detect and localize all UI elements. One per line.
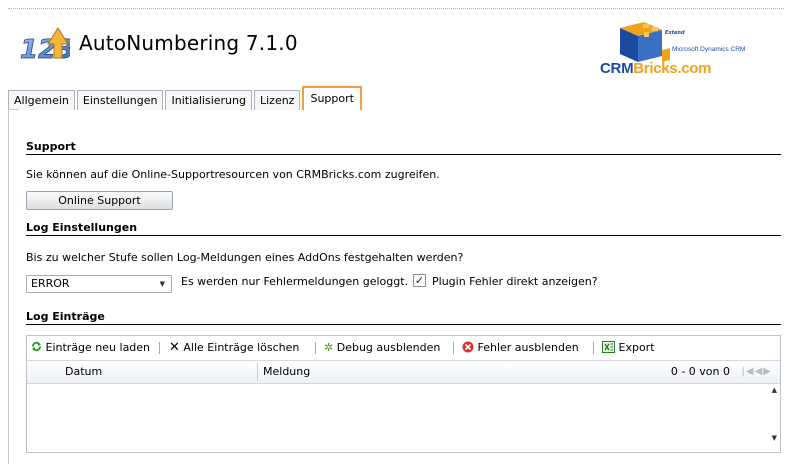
export-button[interactable]: Export	[602, 340, 655, 356]
hide-errors-button[interactable]: Fehler ausblenden	[462, 340, 579, 356]
hide-debug-button[interactable]: ✲ Debug ausblenden	[324, 340, 440, 356]
tab-underline	[8, 109, 18, 110]
tab-bar: Allgemein Einstellungen Initialisierung …	[8, 86, 364, 110]
brand-bricks-part: Bricks.com	[633, 60, 712, 77]
hide-errors-label: Fehler ausblenden	[477, 341, 579, 354]
toolbar-separator	[315, 342, 316, 354]
close-icon: ✕	[169, 340, 180, 355]
log-level-select[interactable]: ERROR ▼	[26, 275, 172, 293]
log-entries-section-title: Log Einträge	[26, 310, 105, 323]
brand-crm-part: CRM	[600, 60, 634, 77]
toolbar-separator	[453, 342, 454, 354]
tab-lizenz[interactable]: Lizenz	[253, 90, 301, 110]
scroll-up-arrow-icon[interactable]: ▲	[772, 386, 777, 394]
bug-icon: ✲	[324, 341, 334, 354]
tab-initialisierung[interactable]: Initialisierung	[165, 90, 252, 110]
toolbar-separator	[593, 342, 594, 354]
log-settings-section-rule	[26, 235, 781, 236]
tab-einstellungen[interactable]: Einstellungen	[76, 90, 164, 110]
next-page-icon[interactable]: ▶	[763, 366, 772, 377]
log-entries-section-rule	[26, 324, 781, 325]
header-divider	[8, 8, 784, 9]
delete-all-entries-button[interactable]: ✕ Alle Einträge löschen	[169, 340, 299, 356]
log-settings-section-title: Log Einstellungen	[26, 221, 138, 234]
column-divider	[257, 363, 258, 381]
first-page-icon[interactable]: |◀	[742, 366, 755, 377]
show-plugin-errors-checkbox[interactable]: ✓	[413, 274, 426, 287]
delete-all-entries-label: Alle Einträge löschen	[183, 341, 300, 354]
tab-allgemein[interactable]: Allgemein	[8, 90, 75, 110]
tab-support[interactable]: Support	[302, 86, 362, 110]
prev-page-icon[interactable]: ◀	[755, 366, 764, 377]
log-entries-grid: Einträge neu laden ✕ Alle Einträge lösch…	[26, 335, 781, 453]
log-level-question: Bis zu welcher Stufe sollen Log-Meldunge…	[26, 251, 464, 264]
app-logo-icon: 123	[20, 27, 70, 65]
app-title: AutoNumbering 7.1.0	[79, 31, 298, 55]
log-toolbar: Einträge neu laden ✕ Alle Einträge lösch…	[27, 336, 780, 361]
refresh-icon	[32, 341, 41, 352]
grid-header: Datum Meldung 0 - 0 von 0 |◀◀▶	[27, 361, 780, 384]
export-label: Export	[618, 341, 655, 354]
content-left-border	[8, 109, 9, 464]
online-support-button[interactable]: Online Support	[26, 191, 173, 210]
excel-icon	[602, 341, 615, 353]
show-plugin-errors-label: Plugin Fehler direkt anzeigen?	[432, 275, 598, 288]
column-header-meldung[interactable]: Meldung	[263, 361, 310, 383]
brand-extend-label: Extend	[665, 30, 685, 36]
support-description: Sie können auf die Online-Supportresourc…	[26, 168, 440, 181]
error-icon	[462, 341, 474, 353]
reload-entries-button[interactable]: Einträge neu laden	[31, 340, 150, 356]
scroll-down-arrow-icon[interactable]: ▼	[772, 434, 777, 442]
toolbar-separator	[159, 342, 160, 354]
chevron-down-icon: ▼	[159, 280, 165, 288]
support-section-rule	[26, 154, 781, 155]
column-header-datum[interactable]: Datum	[65, 361, 102, 383]
log-level-selected-value: ERROR	[31, 277, 70, 290]
reload-entries-label: Einträge neu laden	[45, 341, 151, 354]
hide-debug-label: Debug ausblenden	[336, 341, 441, 354]
pager-count: 0 - 0 von 0	[670, 365, 730, 378]
brand-name: CRMBricks.com	[600, 60, 711, 77]
pager-nav: |◀◀▶	[742, 361, 772, 383]
brand-msdynamics-label: Microsoft Dynamics CRM	[672, 46, 746, 53]
support-section-title: Support	[26, 140, 76, 153]
log-level-hint: Es werden nur Fehlermeldungen geloggt.	[181, 275, 409, 288]
